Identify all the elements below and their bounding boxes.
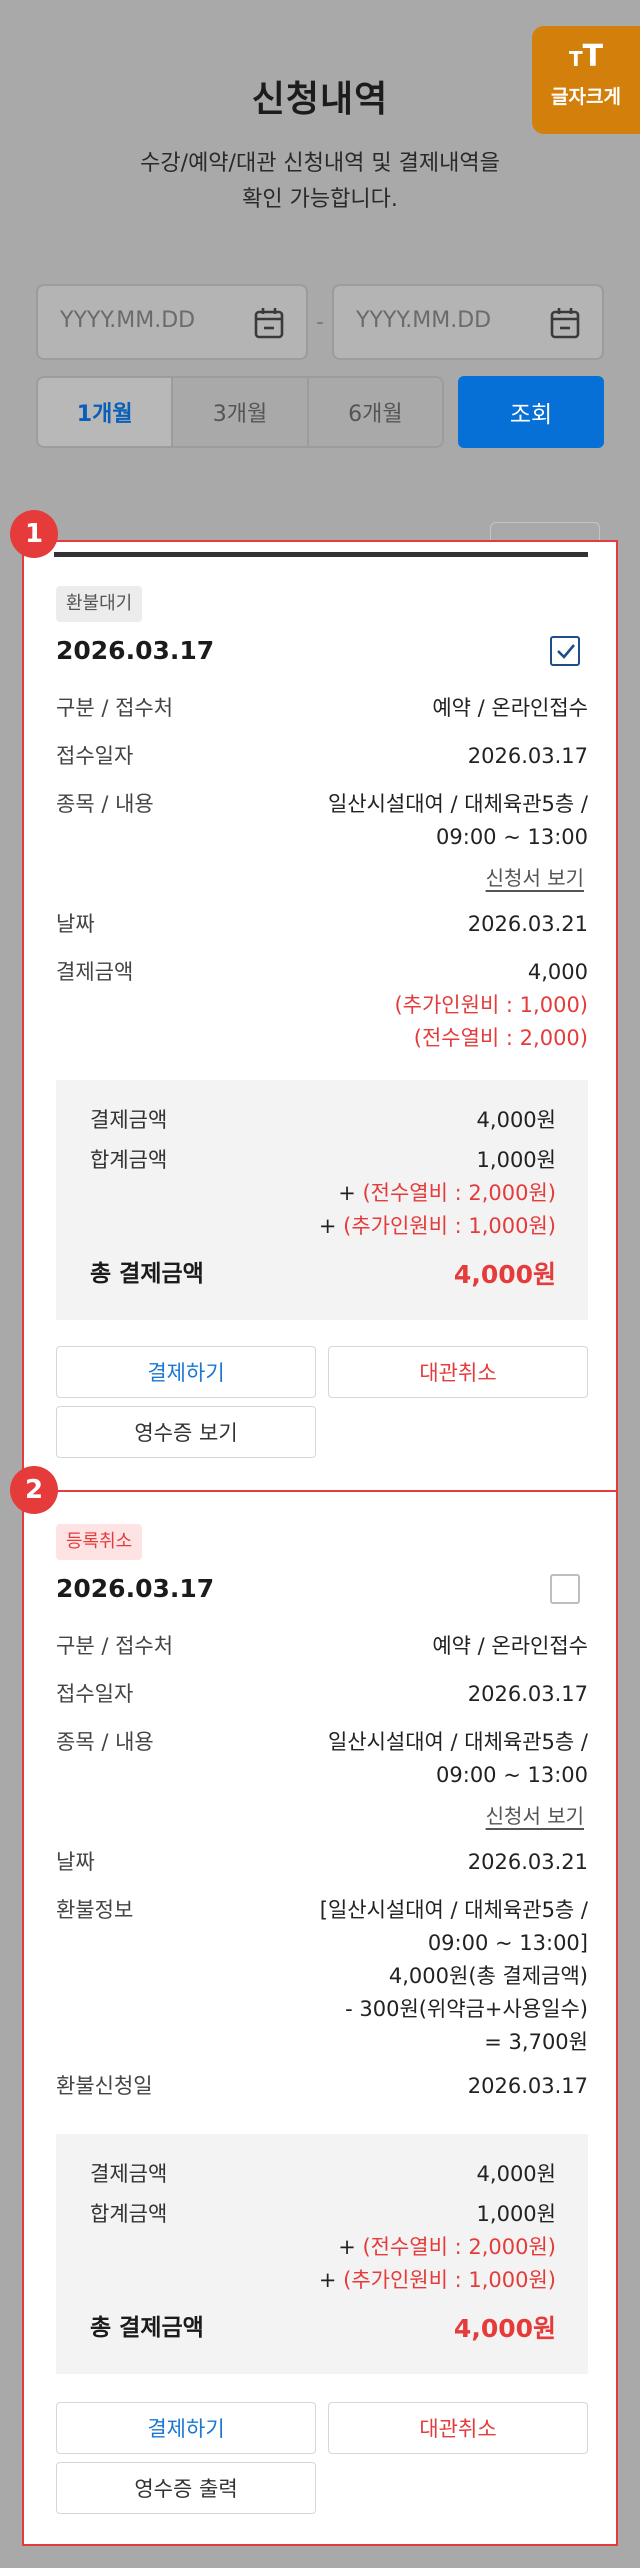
summary-extra: (추가인원비 : 1,000원) [343,1214,556,1238]
refund-date-label: 환불신청일 [56,2074,153,2098]
cancel-rental-button[interactable]: 대관취소 [328,2402,588,2454]
view-application-link[interactable]: 신청서 보기 [486,1800,584,1829]
summary-payment-value: 4,000원 [476,1108,556,1132]
item-value: 일산시설대여 / 대체육관5층 / 09:00 ~ 13:00 [328,1726,588,1792]
font-size-button-label: 글자크게 [551,86,621,108]
summary-extra: (전수열비 : 2,000원) [362,1181,556,1205]
status-badge: 등록취소 [56,1524,143,1560]
summary-payment-label: 결제금액 [90,1108,168,1132]
card-top-divider [54,552,588,557]
payment-summary-box: 결제금액 4,000원 합계금액 1,000원 + (전수열비 : 2,000원… [56,2134,588,2374]
summary-sum-label: 합계금액 [90,1148,168,1172]
refund-line: 09:00 ~ 13:00] [427,1931,588,1955]
payment-amount: 4,000 [527,960,588,984]
summary-sum-label: 합계금액 [90,2202,168,2226]
refund-line: = 3,700원 [484,2030,588,2054]
grand-total-value: 4,000원 [453,1260,556,1289]
application-card: 환불대기 2026.03.17 구분 / 접수처 예약 / 온라인접수 접수일자… [22,540,618,1492]
period-6-month-button[interactable]: 6개월 [306,378,442,446]
start-date-placeholder: YYYY.MM.DD [60,308,196,333]
category-value: 예약 / 온라인접수 [432,1634,588,1658]
date-label: 날짜 [56,912,95,936]
date-label: 날짜 [56,1850,95,1874]
period-3-month-button[interactable]: 3개월 [171,378,306,446]
refund-line: [일산시설대여 / 대체육관5층 / [319,1898,588,1922]
summary-extra: (전수열비 : 2,000원) [362,2235,556,2259]
page-description-line1: 수강/예약/대관 신청내역 및 결제내역을 [140,151,500,176]
payment-value: 4,000 (추가인원비 : 1,000) (전수열비 : 2,000) [394,956,588,1055]
summary-sum-amount: 1,000원 [476,2202,556,2226]
calendar-icon[interactable] [254,307,284,339]
card-date: 2026.03.17 [56,1574,215,1603]
period-1-month-button[interactable]: 1개월 [38,378,172,446]
font-size-icon-big: T [582,39,604,74]
received-label: 접수일자 [56,744,134,768]
select-checkbox[interactable] [550,636,580,666]
received-label: 접수일자 [56,1682,134,1706]
item-value-line: 일산시설대여 / 대체육관5층 / [327,792,588,816]
item-value-line: 일산시설대여 / 대체육관5층 / [327,1730,588,1754]
font-size-button[interactable]: TT 글자크게 [532,26,640,134]
refund-line: - 300원(위약금+사용일수) [345,1997,588,2021]
item-value-line: 09:00 ~ 13:00 [436,1763,588,1787]
print-receipt-button[interactable]: 영수증 출력 [56,2462,316,2514]
date-value: 2026.03.21 [467,912,588,936]
font-size-icon-small: T [568,47,583,71]
search-button[interactable]: 조회 [458,376,604,448]
refund-line: 4,000원(총 결제금액) [388,1964,588,1988]
refund-label: 환불정보 [56,1898,134,1922]
refund-date-value: 2026.03.17 [467,2074,588,2098]
plus-sign: + [338,1181,363,1205]
check-icon [557,644,575,659]
grand-total-value: 4,000원 [453,2314,556,2343]
summary-payment-value: 4,000원 [476,2162,556,2186]
plus-sign: + [318,1214,344,1238]
summary-sum-value: 1,000원 + (전수열비 : 2,000원) + (추가인원비 : 1,00… [319,2198,556,2297]
payment-label: 결제금액 [56,960,134,984]
plus-sign: + [338,2235,363,2259]
annotation-badge-2: 2 [10,1466,58,1514]
payment-summary-box: 결제금액 4,000원 합계금액 1,000원 + (전수열비 : 2,000원… [56,1080,588,1320]
item-value: 일산시설대여 / 대체육관5층 / 09:00 ~ 13:00 [328,788,588,854]
page-description: 수강/예약/대관 신청내역 및 결제내역을 확인 가능합니다. [120,146,520,218]
summary-payment-label: 결제금액 [90,2162,168,2186]
font-size-icon: TT [532,40,640,76]
date-value: 2026.03.21 [467,1850,588,1874]
view-application-link[interactable]: 신청서 보기 [486,862,584,891]
view-receipt-button[interactable]: 영수증 보기 [56,1406,316,1458]
cancel-rental-button[interactable]: 대관취소 [328,1346,588,1398]
pay-button[interactable]: 결제하기 [56,2402,316,2454]
grand-total-label: 총 결제금액 [90,2315,204,2341]
item-label: 종목 / 내용 [56,1730,154,1754]
pay-button[interactable]: 결제하기 [56,1346,316,1398]
grand-total-label: 총 결제금액 [90,1261,204,1287]
application-card: 등록취소 2026.03.17 구분 / 접수처 예약 / 온라인접수 접수일자… [22,1490,618,2546]
status-badge: 환불대기 [56,586,143,622]
plus-sign: + [318,2268,344,2292]
item-value-line: 09:00 ~ 13:00 [436,825,588,849]
calendar-icon[interactable] [550,307,580,339]
summary-sum-amount: 1,000원 [476,1148,556,1172]
category-value: 예약 / 온라인접수 [432,696,588,720]
summary-extra: (추가인원비 : 1,000원) [343,2268,556,2292]
select-checkbox[interactable] [550,1574,580,1604]
start-date-input[interactable]: YYYY.MM.DD [36,284,308,360]
date-separator: - [316,310,324,335]
payment-extra: (추가인원비 : 1,000) [394,993,588,1017]
category-label: 구분 / 접수처 [56,1634,174,1658]
page-description-line2: 확인 가능합니다. [242,187,398,212]
received-value: 2026.03.17 [467,744,588,768]
end-date-input[interactable]: YYYY.MM.DD [332,284,604,360]
category-label: 구분 / 접수처 [56,696,174,720]
summary-sum-value: 1,000원 + (전수열비 : 2,000원) + (추가인원비 : 1,00… [319,1144,556,1243]
period-selector: 1개월 3개월 6개월 [36,376,444,448]
received-value: 2026.03.17 [467,1682,588,1706]
refund-value: [일산시설대여 / 대체육관5층 / 09:00 ~ 13:00] 4,000원… [320,1894,588,2059]
payment-extra: (전수열비 : 2,000) [413,1026,588,1050]
end-date-placeholder: YYYY.MM.DD [356,308,492,333]
card-date: 2026.03.17 [56,636,215,665]
item-label: 종목 / 내용 [56,792,154,816]
annotation-badge-1: 1 [10,510,58,558]
